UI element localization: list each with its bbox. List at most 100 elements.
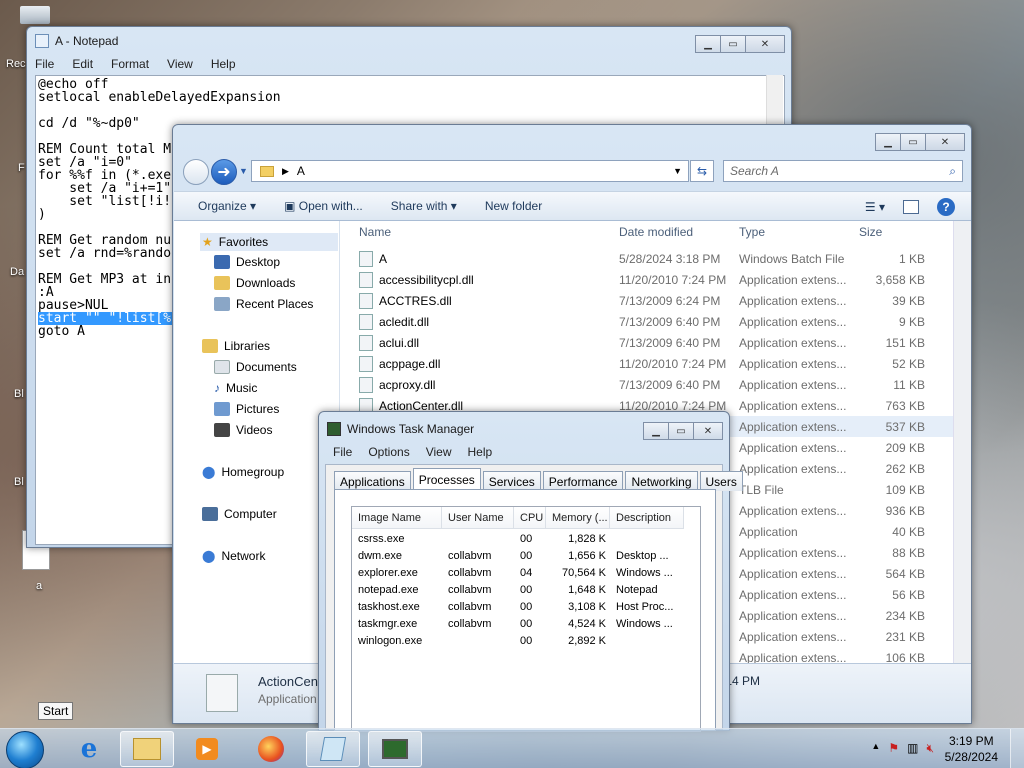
file-row[interactable]: ACCTRES.dll 7/13/2009 6:24 PM Application … (341, 290, 953, 311)
nav-computer[interactable]: Computer (202, 507, 277, 521)
file-row[interactable]: accessibilitycpl.dll 11/20/2010 7:24 PM Ap… (341, 269, 953, 290)
tab-performance[interactable]: Performance (542, 471, 624, 491)
maximize-button[interactable]: ▭ (720, 35, 746, 53)
menu-view[interactable]: View (426, 445, 452, 459)
column-date[interactable]: Date modified (619, 225, 693, 239)
process-row[interactable]: taskmgr.exe collabvm 00 4,524 K Windows ... (352, 616, 700, 633)
file-row[interactable]: aclui.dll 7/13/2009 6:40 PM Application ex… (341, 332, 953, 353)
taskbar-media-player-icon[interactable]: ▶ (180, 731, 234, 767)
close-button[interactable]: ✕ (745, 35, 785, 53)
tab-users[interactable]: Users (699, 471, 743, 491)
address-dropdown-icon[interactable]: ▼ (673, 166, 682, 176)
nav-favorites[interactable]: ★ Favorites (200, 233, 338, 251)
menu-file[interactable]: File (33, 57, 56, 71)
desktop-icon-label[interactable]: Bl (14, 388, 24, 400)
process-user: collabvm (448, 584, 492, 596)
taskbar-explorer-icon[interactable] (120, 731, 174, 767)
process-row[interactable]: winlogon.exe 00 2,892 K (352, 633, 700, 650)
tab-services[interactable]: Services (482, 471, 541, 491)
minimize-button[interactable]: ▁ (695, 35, 721, 53)
nav-documents[interactable]: Documents (214, 360, 297, 374)
network-tray-icon[interactable]: ▥ (907, 741, 918, 756)
share-with-button[interactable]: Share with ▾ (391, 199, 457, 213)
process-row[interactable]: dwm.exe collabvm 00 1,656 K Desktop ... (352, 548, 700, 565)
refresh-icon[interactable]: ⇆ (690, 160, 714, 182)
tab-processes[interactable]: Processes (412, 468, 481, 491)
file-list-scrollbar[interactable] (953, 221, 971, 663)
nav-pictures[interactable]: Pictures (214, 402, 279, 416)
nav-videos[interactable]: Videos (214, 423, 272, 437)
taskbar-task-manager-icon[interactable] (368, 731, 422, 767)
process-row[interactable]: taskhost.exe collabvm 00 3,108 K Host Proc..… (352, 599, 700, 616)
file-row[interactable]: acproxy.dll 7/13/2009 6:40 PM Application … (341, 374, 953, 395)
help-icon[interactable]: ? (937, 198, 955, 216)
taskbar-firefox-icon[interactable] (244, 731, 298, 767)
organize-button[interactable]: Organize ▾ (198, 199, 256, 213)
search-input[interactable]: Search A ⌕ (723, 160, 963, 182)
change-view-icon[interactable]: ☰ ▾ (865, 200, 885, 214)
nav-downloads[interactable]: Downloads (214, 276, 295, 290)
menu-options[interactable]: Options (368, 445, 409, 459)
desktop-icon-label[interactable]: F (18, 162, 25, 174)
recycle-bin-icon[interactable] (20, 6, 58, 26)
nav-music[interactable]: ♪ Music (214, 381, 257, 395)
column-name[interactable]: Name (359, 225, 391, 239)
open-with-button[interactable]: ▣ Open with... (284, 199, 363, 213)
address-bar[interactable]: ▶ A ▼ (251, 160, 689, 182)
address-segment[interactable]: A (297, 164, 305, 178)
tab-applications[interactable]: Applications (334, 471, 411, 491)
file-row[interactable]: A 5/28/2024 3:18 PM Windows Batch File 1 KB (341, 248, 953, 269)
process-row[interactable]: explorer.exe collabvm 04 70,564 K Windows ..… (352, 565, 700, 582)
file-row[interactable]: acppage.dll 11/20/2010 7:24 PM Application… (341, 353, 953, 374)
column-description[interactable]: Description (610, 507, 684, 529)
recent-pages-dropdown-icon[interactable]: ▼ (239, 166, 248, 176)
close-button[interactable]: ✕ (693, 422, 723, 440)
minimize-button[interactable]: ▁ (875, 133, 901, 151)
process-row[interactable]: csrss.exe 00 1,828 K (352, 531, 700, 548)
tab-networking[interactable]: Networking (625, 471, 698, 491)
show-desktop-button[interactable] (1010, 729, 1024, 768)
desktop-icon-label[interactable]: Bl (14, 476, 24, 488)
system-clock[interactable]: 3:19 PM 5/28/2024 (945, 733, 998, 765)
minimize-button[interactable]: ▁ (643, 422, 669, 440)
task-manager-window[interactable]: Windows Task Manager ▁ ▭ ✕ File Options … (318, 411, 743, 732)
menu-edit[interactable]: Edit (70, 57, 95, 71)
show-hidden-icons-button[interactable]: ▲ (871, 741, 880, 756)
maximize-button[interactable]: ▭ (900, 133, 926, 151)
volume-icon[interactable]: 🔇︎ (926, 741, 934, 756)
column-cpu[interactable]: CPU (514, 507, 546, 529)
close-button[interactable]: ✕ (925, 133, 965, 151)
forward-button[interactable]: ➜ (211, 159, 237, 185)
preview-pane-icon[interactable] (903, 200, 919, 214)
nav-homegroup[interactable]: ⬤ Homegroup (202, 465, 284, 479)
nav-recent-places[interactable]: Recent Places (214, 297, 313, 311)
column-user-name[interactable]: User Name (442, 507, 514, 529)
column-image-name[interactable]: Image Name (352, 507, 442, 529)
menu-help[interactable]: Help (468, 445, 493, 459)
nav-network[interactable]: ⬤ Network (202, 549, 265, 563)
desktop-icon-label[interactable]: a (36, 580, 42, 592)
action-center-flag-icon[interactable]: ⚑ (888, 741, 899, 756)
new-folder-button[interactable]: New folder (485, 199, 542, 213)
column-type[interactable]: Type (739, 225, 765, 239)
process-image: taskhost.exe (358, 601, 420, 613)
column-size[interactable]: Size (859, 225, 882, 239)
start-button[interactable] (6, 731, 44, 768)
menu-file[interactable]: File (333, 445, 352, 459)
file-row[interactable]: acledit.dll 7/13/2009 6:40 PM Application … (341, 311, 953, 332)
menu-view[interactable]: View (165, 57, 195, 71)
nav-desktop[interactable]: Desktop (214, 255, 280, 269)
column-memory[interactable]: Memory (... (546, 507, 610, 529)
maximize-button[interactable]: ▭ (668, 422, 694, 440)
nav-libraries[interactable]: Libraries (202, 339, 270, 353)
back-button[interactable] (183, 159, 209, 185)
file-type: Application extens... (739, 314, 847, 329)
file-type: Windows Batch File (739, 251, 845, 266)
taskbar-ie-icon[interactable]: e (62, 731, 116, 767)
desktop-icon-label[interactable]: Da (10, 266, 24, 278)
taskbar-notepad-icon[interactable] (306, 731, 360, 767)
menu-format[interactable]: Format (109, 57, 151, 71)
menu-help[interactable]: Help (209, 57, 238, 71)
desktop-icon-label[interactable]: Rec (6, 58, 26, 70)
process-row[interactable]: notepad.exe collabvm 00 1,648 K Notepad (352, 582, 700, 599)
